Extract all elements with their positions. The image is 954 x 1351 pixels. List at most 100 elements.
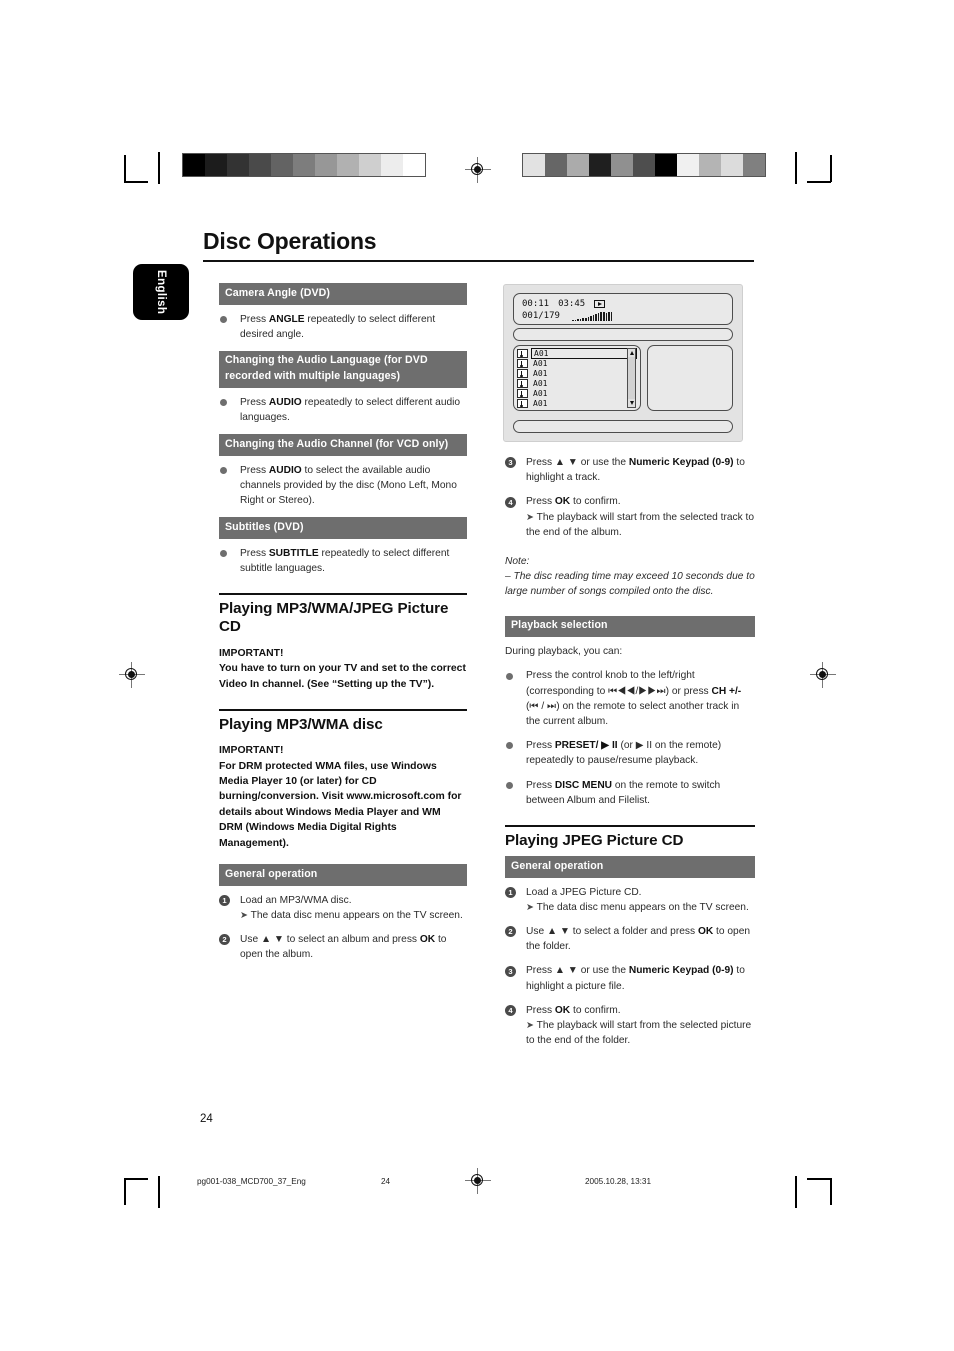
crop-mark-top-left-h bbox=[124, 181, 148, 183]
arrow-icon: ➤ bbox=[240, 909, 248, 921]
bullet-dot-icon bbox=[506, 672, 513, 680]
section-header-general-operation: General operation bbox=[219, 864, 467, 886]
list-item: 4 Press OK to confirm. ➤ The playback wi… bbox=[505, 494, 755, 540]
section-header-jpeg-general-operation: General operation bbox=[505, 856, 755, 878]
step-number: 2 bbox=[219, 934, 230, 946]
footer-filename: pg001-038_MCD700_37_Eng bbox=[197, 1177, 306, 1186]
osd-status-panel: 00:11 03:45 001/179 bbox=[513, 293, 733, 325]
osd-scrollbar[interactable] bbox=[627, 348, 636, 408]
scroll-up-icon[interactable] bbox=[628, 349, 635, 357]
level-bar bbox=[610, 311, 613, 321]
osd-track-row[interactable]: A01 bbox=[517, 347, 637, 359]
crop-mark-bottom-right-h bbox=[807, 1178, 831, 1180]
bullet-pre: Press bbox=[240, 396, 269, 408]
bullet-dot-icon bbox=[506, 781, 513, 789]
language-tab: English bbox=[133, 264, 189, 320]
color-swatch-3 bbox=[589, 154, 611, 176]
list-item: Press the control knob to the left/right… bbox=[505, 668, 755, 729]
list-item: 1 Load a JPEG Picture CD. ➤ The data dis… bbox=[505, 885, 755, 915]
list-item: Press ANGLE repeatedly to select differe… bbox=[219, 312, 467, 342]
osd-track-row[interactable]: A01 bbox=[517, 368, 637, 378]
step-number: 3 bbox=[505, 457, 516, 469]
osd-track-row[interactable]: A01 bbox=[517, 358, 637, 368]
osd-time-total: 03:45 bbox=[558, 299, 586, 309]
color-swatch-7 bbox=[677, 154, 699, 176]
level-bar bbox=[579, 318, 582, 321]
list-item: 2 Use ▲ ▼ to select a folder and press O… bbox=[505, 924, 755, 954]
music-note-icon bbox=[517, 398, 528, 408]
step-number: 2 bbox=[505, 926, 516, 938]
music-note-icon bbox=[517, 378, 528, 388]
colorbar-left bbox=[182, 153, 426, 177]
playback-intro: During playback, you can: bbox=[505, 646, 623, 658]
osd-title-bar bbox=[513, 328, 733, 341]
osd-track-row[interactable]: A01 bbox=[517, 378, 637, 388]
list-item: Press AUDIO to select the available audi… bbox=[219, 463, 467, 509]
bullet-pre: Press the control knob to the left/right… bbox=[526, 670, 712, 697]
bullet-strong: AUDIO bbox=[268, 396, 302, 408]
step-pre: Press bbox=[526, 1004, 555, 1016]
bullet-strong: PRESET/ ▶ II bbox=[554, 740, 618, 752]
bullet-strong: ANGLE bbox=[268, 313, 305, 325]
important-label: IMPORTANT! bbox=[219, 745, 284, 757]
level-bar bbox=[582, 317, 584, 321]
section-jpeg-picture-cd: Playing JPEG Picture CD bbox=[505, 824, 755, 850]
color-swatch-4 bbox=[611, 154, 633, 176]
step-pre: Press ▲ ▼ or use the bbox=[526, 457, 629, 468]
crop-mark-top-right-tick bbox=[795, 152, 797, 184]
section-header-playback-selection: Playback selection bbox=[505, 615, 755, 638]
title-divider bbox=[203, 260, 754, 263]
list-item: Press AUDIO repeatedly to select differe… bbox=[219, 395, 467, 425]
osd-track-row[interactable]: A01 bbox=[517, 398, 637, 408]
step-strong: Numeric Keypad (0-9) bbox=[628, 965, 734, 977]
page-number: 24 bbox=[200, 1113, 213, 1125]
music-note-icon bbox=[517, 388, 528, 398]
osd-track-row[interactable]: A01 bbox=[517, 388, 637, 398]
step-strong: OK bbox=[419, 933, 436, 945]
osd-track-label: A01 bbox=[531, 347, 637, 359]
bullet-pre: Press bbox=[240, 313, 269, 325]
section-header-audio-language: Changing the Audio Language (for DVD rec… bbox=[219, 350, 467, 388]
step-number: 4 bbox=[505, 1005, 516, 1017]
step-result: The playback will start from the selecte… bbox=[526, 1019, 752, 1047]
osd-track-label: A01 bbox=[533, 398, 548, 408]
section-divider bbox=[505, 824, 755, 827]
language-tab-label: English bbox=[155, 269, 167, 315]
crop-mark-top-left-v bbox=[124, 155, 126, 182]
music-note-icon bbox=[517, 358, 528, 368]
registration-mark-top bbox=[465, 157, 491, 183]
color-swatch-10 bbox=[403, 154, 425, 176]
step-post: to confirm. bbox=[570, 496, 621, 508]
color-swatch-10 bbox=[743, 154, 765, 176]
color-swatch-2 bbox=[567, 154, 589, 176]
list-item: 1 Load an MP3/WMA disc. ➤ The data disc … bbox=[219, 893, 467, 923]
bullet-pre: Press bbox=[526, 779, 555, 791]
step-number: 3 bbox=[505, 965, 516, 977]
crop-mark-bottom-right-v bbox=[830, 1178, 832, 1205]
bullet-strong: DISC MENU bbox=[554, 779, 613, 791]
section-mp3-wma-disc: Playing MP3/WMA disc IMPORTANT! For DRM … bbox=[219, 709, 467, 851]
osd-time-elapsed: 00:11 bbox=[522, 299, 550, 309]
step-text: Load an MP3/WMA disc. bbox=[240, 894, 352, 906]
scroll-down-icon[interactable] bbox=[628, 399, 635, 407]
level-meter-icon bbox=[571, 311, 613, 321]
play-icon bbox=[594, 300, 606, 308]
level-bar bbox=[590, 315, 592, 321]
step-number: 1 bbox=[219, 894, 230, 906]
list-item: 2 Use ▲ ▼ to select an album and press O… bbox=[219, 932, 467, 962]
level-bar bbox=[571, 319, 574, 321]
crop-mark-top-right-v bbox=[830, 155, 832, 182]
step-result: The data disc menu appears on the TV scr… bbox=[250, 909, 463, 921]
color-swatch-4 bbox=[271, 154, 293, 176]
color-swatch-0 bbox=[183, 154, 205, 176]
color-swatch-8 bbox=[359, 154, 381, 176]
color-swatch-6 bbox=[315, 154, 337, 176]
osd-track-list: A01 A01 A01 A01 A01 A01 bbox=[513, 345, 641, 411]
osd-track-counter: 001/179 bbox=[522, 311, 560, 321]
list-item: 4 Press OK to confirm. ➤ The playback wi… bbox=[505, 1003, 755, 1049]
crop-mark-bottom-left-tick bbox=[158, 1176, 160, 1208]
manual-page: English Disc Operations Camera Angle (DV… bbox=[0, 0, 954, 1351]
color-swatch-2 bbox=[227, 154, 249, 176]
colorbar-right bbox=[522, 153, 766, 177]
level-bar bbox=[600, 311, 603, 321]
